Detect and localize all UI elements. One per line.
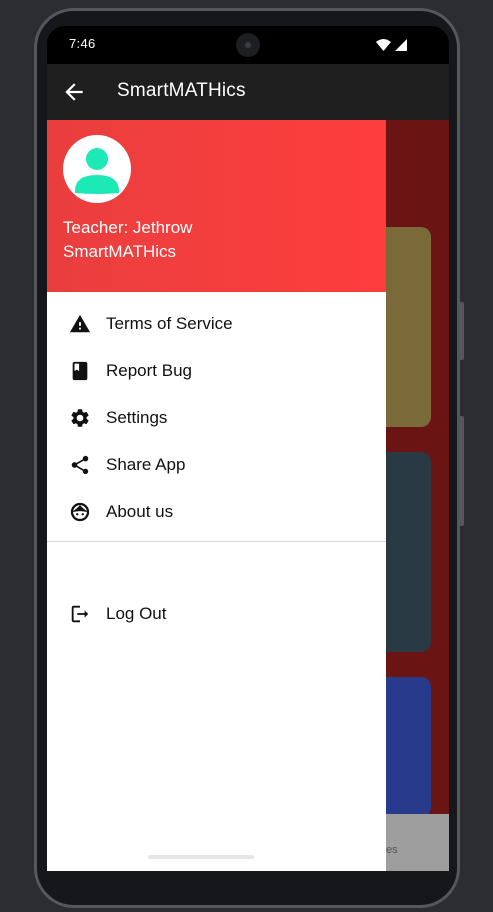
gesture-nav-handle[interactable]: [148, 855, 254, 859]
menu-item-label: About us: [106, 501, 174, 521]
front-camera: [236, 33, 260, 57]
person-icon[interactable]: [63, 135, 131, 203]
drawer-menu: Terms of Service Report Bug Settings Sha…: [47, 300, 386, 535]
menu-item-report-bug[interactable]: Report Bug: [47, 347, 386, 394]
status-icons: [376, 38, 407, 56]
menu-item-share-app[interactable]: Share App: [47, 441, 386, 488]
app-bar: SmartMATHics: [47, 64, 449, 120]
menu-item-label: Share App: [106, 454, 186, 474]
book-icon: [69, 360, 91, 382]
drawer-divider: [47, 541, 386, 542]
arrow-left-icon[interactable]: [61, 79, 87, 105]
signal-icon: [395, 38, 407, 56]
app-title: SmartMATHics: [117, 80, 246, 101]
wifi-icon: [376, 38, 391, 56]
status-bar: 7:46: [47, 26, 449, 64]
face-icon: [69, 501, 91, 523]
menu-item-label: Terms of Service: [106, 313, 233, 333]
status-time: 7:46: [69, 36, 96, 51]
gear-icon: [69, 407, 91, 429]
bottom-nav-label: es: [386, 844, 398, 856]
menu-item-settings[interactable]: Settings: [47, 394, 386, 441]
menu-item-log-out[interactable]: Log Out: [47, 590, 386, 637]
bottom-nav-fragment: es: [386, 814, 449, 871]
menu-item-label: Report Bug: [106, 360, 192, 380]
menu-item-about-us[interactable]: About us: [47, 488, 386, 535]
navigation-drawer: Teacher: Jethrow SmartMATHics Terms of S…: [47, 120, 386, 871]
menu-item-label: Log Out: [106, 603, 167, 623]
teacher-name: Teacher: Jethrow SmartMATHics: [63, 218, 193, 261]
menu-item-label: Settings: [106, 407, 168, 427]
phone-screen: 7:46 SmartMATHics es Teacher: Jethrow Sm…: [47, 26, 449, 871]
warning-icon: [69, 313, 91, 335]
logout-item-container: Log Out: [47, 590, 386, 637]
drawer-header: Teacher: Jethrow SmartMATHics: [47, 120, 386, 292]
logout-icon: [69, 603, 91, 625]
menu-item-terms-of-service[interactable]: Terms of Service: [47, 300, 386, 347]
share-icon: [69, 454, 91, 476]
